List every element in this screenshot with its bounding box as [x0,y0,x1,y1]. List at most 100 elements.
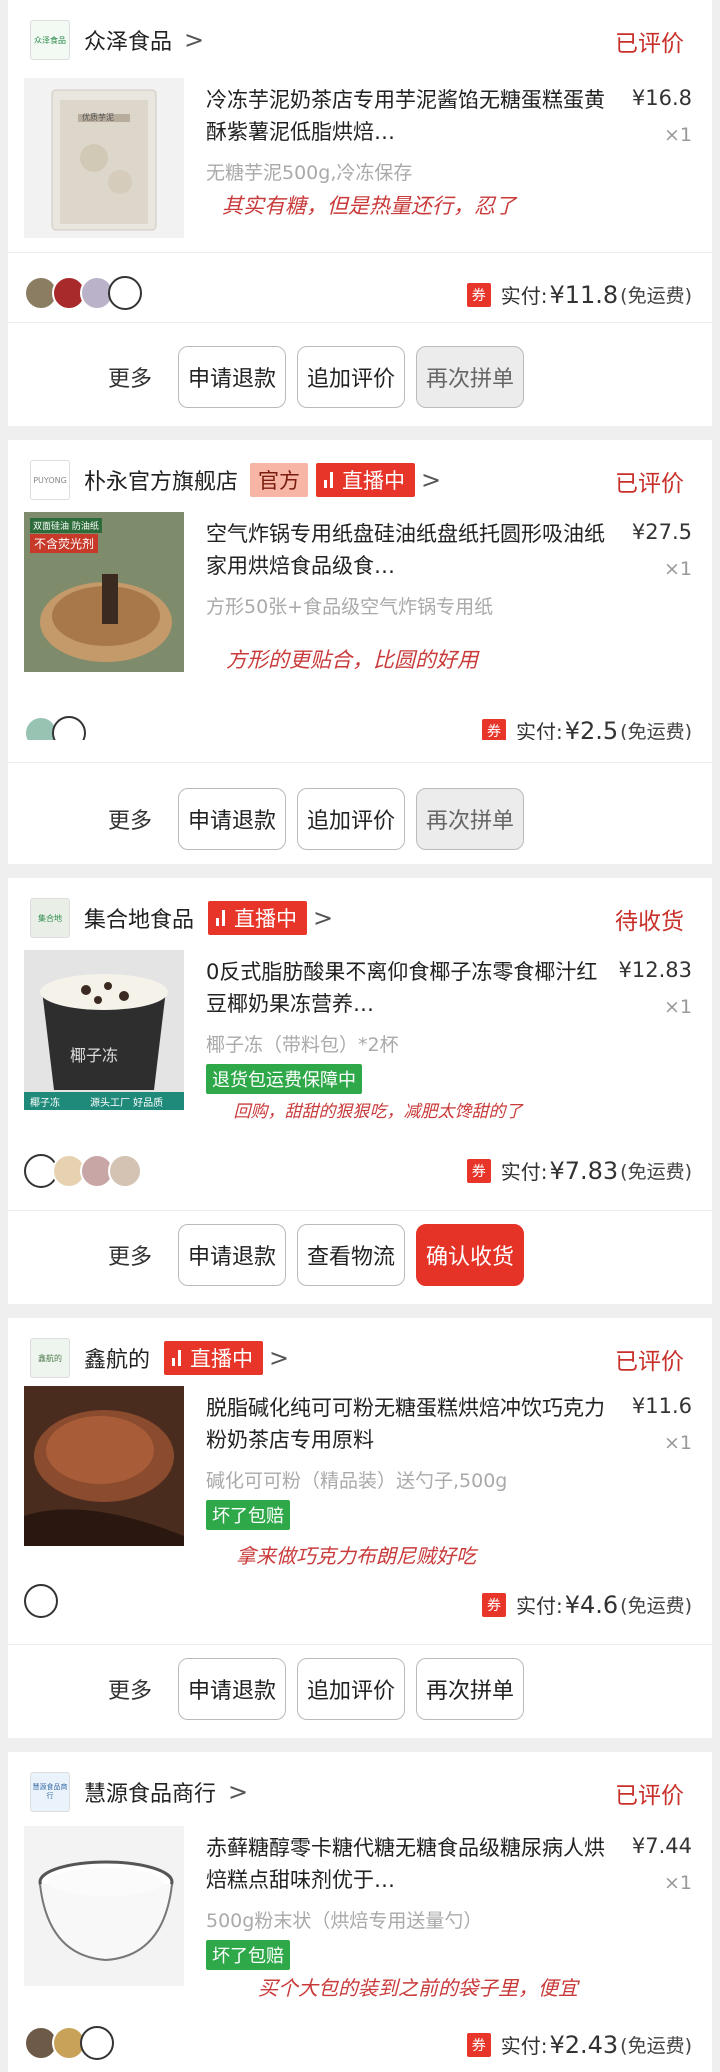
divider [8,322,712,323]
add-review-button[interactable]: 追加评价 [297,788,405,850]
product-price: ¥27.5 [631,520,692,544]
avatar [108,1154,142,1188]
store-name[interactable]: 朴永官方旗舰店 [84,464,238,496]
store-header[interactable]: PUYONG 朴永官方旗舰店 官方 直播中 > [30,458,441,502]
paid-label: 实付: [515,1594,563,1618]
chevron-right-icon[interactable]: > [313,904,333,932]
store-header[interactable]: 众泽食品 众泽食品 > [30,18,204,62]
confirm-receipt-button[interactable]: 确认收货 [416,1224,524,1286]
live-badge[interactable]: 直播中 [316,463,416,497]
paid-amount: 券 实付: ¥2.43 (免运费) [466,2030,692,2059]
reorder-button[interactable]: 再次拼单 [416,1658,524,1720]
product-image[interactable]: 椰子冻 椰子冻 源头工厂 好品质 [24,950,184,1110]
product-image-label: 椰子冻 [70,1046,119,1065]
product-image-label: 源头工厂 好品质 [90,1098,164,1109]
action-bar: 更多 申请退款 追加评价 再次拼单 [8,1658,712,1720]
more-button[interactable]: 更多 [108,1239,152,1271]
add-review-button[interactable]: 追加评价 [297,1658,405,1720]
reorder-button[interactable]: 再次拼单 [416,346,524,408]
product-title[interactable]: 空气炸锅专用纸盘硅油纸盘纸托圆形吸油纸家用烘焙食品级食… [206,518,616,582]
sweetener-bowl-icon [24,1826,184,1986]
coupon-badge: 券 [481,718,506,740]
order-status: 已评价 [615,471,684,497]
refund-button[interactable]: 申请退款 [178,346,286,408]
paid-amount: 券 实付: ¥7.83 (免运费) [466,1156,692,1185]
more-button[interactable]: 更多 [108,361,152,393]
store-header[interactable]: 集合地 集合地食品 直播中 > [30,896,333,940]
product-image[interactable]: 双面硅油 防油纸 不含荧光剂 [24,512,184,672]
order-card: PUYONG 朴永官方旗舰店 官方 直播中 > 已评价 双面硅油 防油纸 不含荧… [8,440,712,740]
damage-guarantee-badge: 坏了包赔 [206,1500,290,1530]
order-actions-card: 更多 申请退款 查看物流 确认收货 [8,1210,712,1304]
buyer-avatars[interactable] [24,716,86,740]
chevron-right-icon[interactable]: > [269,1344,289,1372]
store-logo: PUYONG [30,460,70,500]
divider [8,1644,712,1645]
divider [8,252,712,253]
product-title[interactable]: 脱脂碱化纯可可粉无糖蛋糕烘焙冲饮巧克力粉奶茶店专用原料 [206,1392,616,1456]
store-name[interactable]: 慧源食品商行 [84,1776,216,1808]
product-quantity: ×1 [663,124,692,146]
product-quantity: ×1 [663,996,692,1018]
coupon-badge: 券 [466,1158,491,1183]
chevron-right-icon[interactable]: > [228,1778,248,1806]
live-icon [172,1350,184,1366]
store-header[interactable]: 鑫航的 鑫航的 直播中 > [30,1336,289,1380]
store-name[interactable]: 众泽食品 [84,24,172,56]
store-logo: 众泽食品 [30,20,70,60]
add-review-button[interactable]: 追加评价 [297,346,405,408]
more-button[interactable]: 更多 [108,1673,152,1705]
live-icon [324,472,336,488]
product-quantity: ×1 [663,1432,692,1454]
track-shipment-button[interactable]: 查看物流 [297,1224,405,1286]
live-label: 直播中 [234,907,298,931]
product-title[interactable]: 0反式脂肪酸果不离仰食椰子冻零食椰汁红豆椰奶果冻营养… [206,956,616,1020]
order-card: 慧源食品商行 慧源食品商行 > 已评价 赤藓糖醇零卡糖代糖无糖食品级糖尿病人烘焙… [8,1752,712,2072]
live-badge[interactable]: 直播中 [208,901,308,935]
store-logo: 慧源食品商行 [30,1772,70,1812]
paid-amount: 券 实付: ¥4.6 (免运费) [481,1590,692,1619]
product-image-label: 双面硅油 防油纸 [30,518,102,533]
paid-label: 实付: [500,284,548,308]
buyer-avatars[interactable] [24,276,142,310]
order-status: 待收货 [615,909,684,935]
buyer-avatars[interactable] [24,1154,142,1188]
coconut-jelly-cup-icon [24,950,184,1110]
product-spec: 方形50张+食品级空气炸锅专用纸 [206,596,494,618]
paid-label: 实付: [515,720,563,740]
taro-paste-bag-icon [51,89,157,231]
product-title[interactable]: 冷冻芋泥奶茶店专用芋泥酱馅无糖蛋糕蛋黄酥紫薯泥低脂烘焙… [206,84,616,148]
shipping-fee: (免运费) [620,1161,692,1183]
paid-label: 实付: [500,2034,548,2058]
chevron-right-icon[interactable]: > [184,26,204,54]
product-image[interactable] [24,1826,184,1986]
buyer-avatars[interactable] [24,1584,58,1618]
product-title[interactable]: 赤藓糖醇零卡糖代糖无糖食品级糖尿病人烘焙糕点甜味剂优于… [206,1832,616,1896]
paid-value: ¥11.8 [549,280,619,309]
store-header[interactable]: 慧源食品商行 慧源食品商行 > [30,1770,248,1814]
avatar [52,716,86,740]
refund-button[interactable]: 申请退款 [178,788,286,850]
chevron-right-icon[interactable]: > [421,466,441,494]
buyer-avatars[interactable] [24,2026,114,2060]
refund-button[interactable]: 申请退款 [178,1658,286,1720]
more-button[interactable]: 更多 [108,803,152,835]
product-quantity: ×1 [663,558,692,580]
product-image[interactable] [24,1386,184,1546]
store-name[interactable]: 鑫航的 [84,1342,150,1374]
product-image[interactable]: 优质芋泥 [24,78,184,238]
live-badge[interactable]: 直播中 [164,1341,264,1375]
paid-value: ¥2.43 [549,2030,619,2059]
handwritten-note: 回购，甜甜的狠狠吃，减肥太馋甜的了 [233,1102,523,1122]
refund-button[interactable]: 申请退款 [178,1224,286,1286]
shipping-fee: (免运费) [620,285,692,307]
product-spec: 无糖芋泥500g,冷冻保存 [206,162,413,184]
store-name[interactable]: 集合地食品 [84,902,194,934]
handwritten-note: 方形的更贴合，比圆的好用 [226,648,478,672]
coupon-badge: 券 [481,1592,506,1617]
avatar [108,276,142,310]
coupon-badge: 券 [466,2032,491,2057]
reorder-button[interactable]: 再次拼单 [416,788,524,850]
cocoa-powder-spoon-icon [24,1386,184,1546]
paid-value: ¥2.5 [564,716,619,741]
